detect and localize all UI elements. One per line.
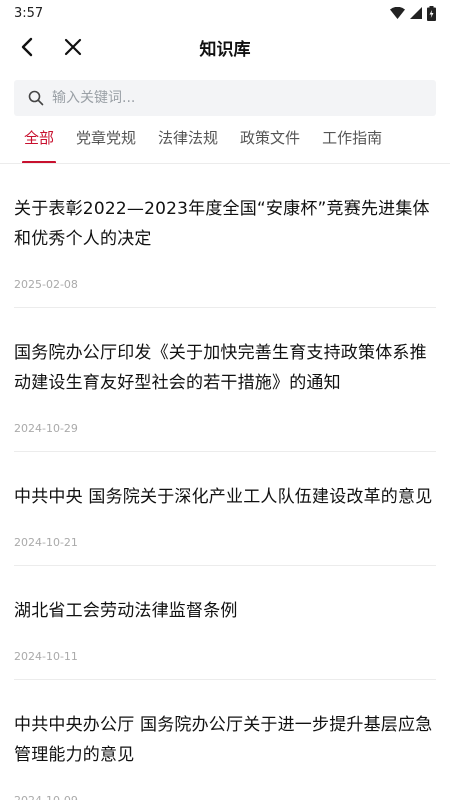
tab-policy-documents[interactable]: 政策文件: [240, 118, 300, 163]
tab-all[interactable]: 全部: [21, 118, 57, 163]
list-item[interactable]: 关于表彰2022—2023年度全国“安康杯”竞赛先进集体和优秀个人的决定 202…: [14, 164, 436, 308]
list-item[interactable]: 中共中央办公厅 国务院办公厅关于进一步提升基层应急管理能力的意见 2024-10…: [14, 680, 436, 800]
list-item[interactable]: 中共中央 国务院关于深化产业工人队伍建设改革的意见 2024-10-21: [14, 452, 436, 566]
search-bar[interactable]: [14, 80, 436, 116]
article-date: 2024-10-21: [14, 536, 78, 549]
wifi-icon: [390, 7, 405, 19]
list-item[interactable]: 湖北省工会劳动法律监督条例 2024-10-11: [14, 566, 436, 680]
article-title: 国务院办公厅印发《关于加快完善生育支持政策体系推动建设生育友好型社会的若干措施》…: [14, 343, 427, 393]
close-button[interactable]: [58, 32, 88, 62]
article-title: 中共中央 国务院关于深化产业工人队伍建设改革的意见: [14, 487, 433, 507]
status-icons: [390, 5, 436, 21]
chevron-left-icon: [21, 37, 33, 57]
header: 知识库: [0, 26, 450, 68]
article-title: 关于表彰2022—2023年度全国“安康杯”竞赛先进集体和优秀个人的决定: [14, 199, 430, 249]
battery-icon: [427, 5, 436, 21]
article-date: 2024-10-11: [14, 650, 78, 663]
status-time: 3:57: [14, 5, 44, 21]
article-date: 2024-10-29: [14, 422, 78, 435]
status-bar: 3:57: [0, 0, 450, 26]
article-date: 2024-10-09: [14, 794, 436, 800]
tab-laws-regulations[interactable]: 法律法规: [158, 118, 218, 163]
category-tabs: 全部 党章党规 法律法规 政策文件 工作指南: [0, 118, 450, 164]
article-list: 关于表彰2022—2023年度全国“安康杯”竞赛先进集体和优秀个人的决定 202…: [0, 164, 450, 800]
cellular-signal-icon: [410, 7, 422, 19]
article-title: 中共中央办公厅 国务院办公厅关于进一步提升基层应急管理能力的意见: [14, 715, 433, 765]
list-item[interactable]: 国务院办公厅印发《关于加快完善生育支持政策体系推动建设生育友好型社会的若干措施》…: [14, 308, 436, 452]
tab-work-guides[interactable]: 工作指南: [322, 118, 382, 163]
article-date: 2025-02-08: [14, 278, 78, 291]
search-input[interactable]: [52, 90, 412, 106]
article-title: 湖北省工会劳动法律监督条例: [14, 601, 238, 621]
tab-party-regulations[interactable]: 党章党规: [76, 118, 136, 163]
back-button[interactable]: [14, 32, 44, 62]
close-icon: [64, 38, 82, 56]
search-icon: [28, 90, 44, 106]
